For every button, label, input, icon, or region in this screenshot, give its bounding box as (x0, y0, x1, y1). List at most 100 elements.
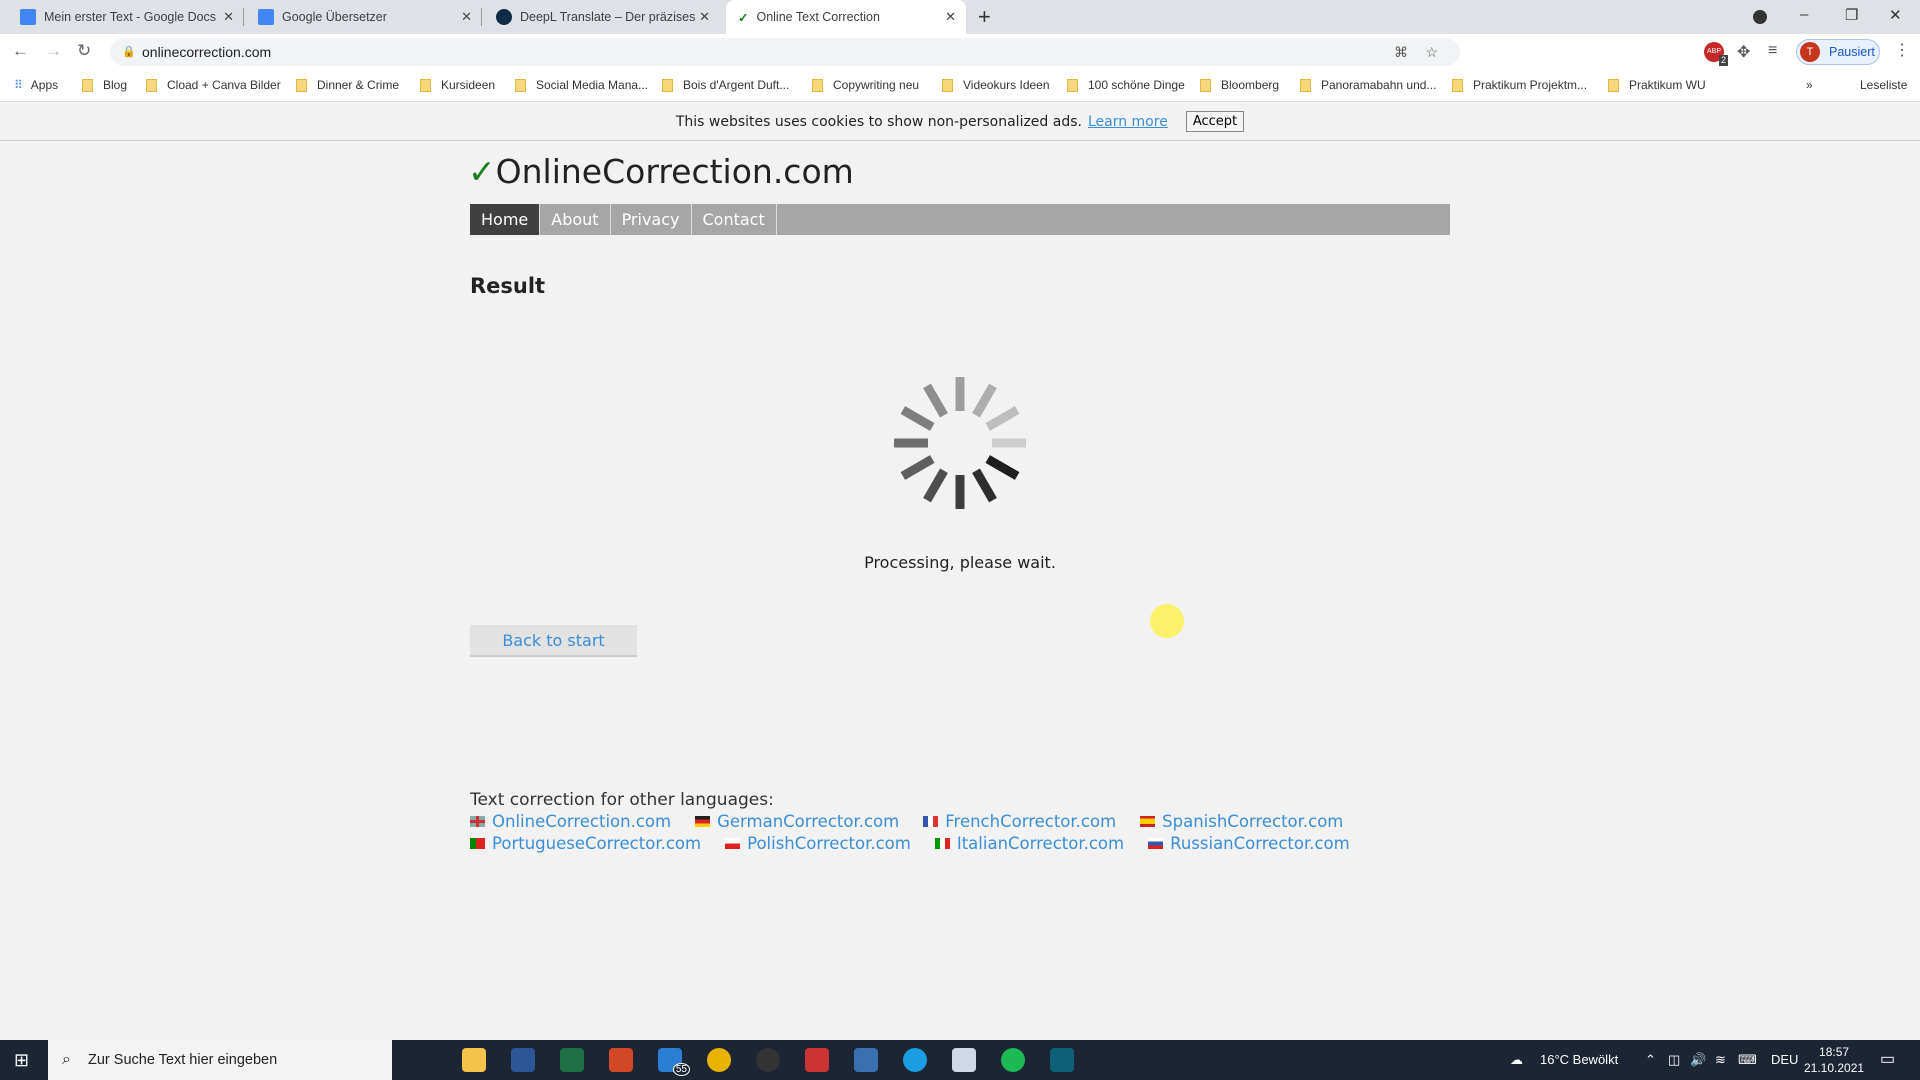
adblock-icon[interactable]: ABP 2 (1704, 42, 1728, 66)
bookmark-item[interactable]: Kursideen (420, 78, 495, 92)
tab-google-translate[interactable]: Google Übersetzer ✕ (246, 0, 482, 34)
bookmark-star-icon[interactable]: ☆ (1425, 38, 1438, 66)
bookmark-item[interactable]: Videokurs Ideen (942, 78, 1050, 92)
language-indicator[interactable]: DEU (1771, 1040, 1798, 1080)
camera-icon[interactable]: ◫ (1668, 1040, 1680, 1080)
language-link[interactable]: SpanishCorrector.com (1162, 812, 1343, 831)
site-logo[interactable]: ✓OnlineCorrection.com (468, 152, 854, 191)
tab-google-docs[interactable]: Mein erster Text - Google Docs ✕ (8, 0, 244, 34)
bookmark-item[interactable]: Social Media Mana... (515, 78, 648, 92)
weather-icon[interactable]: ☁ (1510, 1040, 1523, 1080)
spotify-icon[interactable] (1001, 1048, 1025, 1072)
language-link[interactable]: RussianCorrector.com (1170, 834, 1350, 853)
tab-deepl[interactable]: DeepL Translate – Der präziseste ✕ (484, 0, 720, 34)
wifi-icon[interactable]: ≋ (1715, 1040, 1726, 1080)
folder-icon (296, 78, 307, 92)
taskbar-search-input[interactable]: ⌕ Zur Suche Text hier eingeben (48, 1040, 392, 1080)
folder-icon (1300, 78, 1311, 92)
excel-icon[interactable] (560, 1048, 584, 1072)
bookmark-item[interactable]: Dinner & Crime (296, 78, 399, 92)
restore-button[interactable]: ❐ (1845, 6, 1858, 24)
app-icon[interactable] (854, 1048, 878, 1072)
learn-more-link[interactable]: Learn more (1088, 114, 1168, 130)
address-bar[interactable]: 🔒 onlinecorrection.com ⌘ ☆ (110, 38, 1460, 66)
forward-icon[interactable]: → (45, 41, 62, 61)
accept-button[interactable]: Accept (1185, 111, 1245, 132)
clock[interactable]: 18:57 21.10.2021 (1804, 1040, 1864, 1080)
folder-icon (812, 78, 823, 92)
nav-home[interactable]: Home (470, 204, 541, 235)
edge-icon[interactable] (903, 1048, 927, 1072)
weather-text[interactable]: 16°C Bewölkt (1540, 1040, 1618, 1080)
tab-search-icon[interactable] (1753, 10, 1767, 24)
keyboard-icon[interactable]: ⌨ (1738, 1040, 1757, 1080)
profile-button[interactable]: T Pausiert (1796, 39, 1880, 65)
chrome-icon[interactable] (707, 1048, 731, 1072)
folder-icon (82, 78, 93, 92)
bookmark-item[interactable]: Bois d'Argent Duft... (662, 78, 789, 92)
back-icon[interactable]: ← (12, 41, 29, 61)
spinner-bar (923, 383, 948, 418)
new-tab-button[interactable]: + (978, 4, 991, 30)
language-link[interactable]: ItalianCorrector.com (957, 834, 1124, 853)
close-window-button[interactable]: ✕ (1889, 6, 1902, 24)
translate-page-icon[interactable]: ⌘ (1394, 38, 1408, 66)
close-tab-icon[interactable]: ✕ (945, 9, 956, 25)
reading-list-button[interactable]: Leseliste (1860, 78, 1907, 92)
bookmark-item[interactable]: Copywriting neu (812, 78, 919, 92)
task-view-icon[interactable] (413, 1048, 437, 1072)
bookmark-item[interactable]: Praktikum WU (1608, 78, 1706, 92)
processing-message: Processing, please wait. (864, 553, 1056, 572)
language-link[interactable]: GermanCorrector.com (717, 812, 899, 831)
tray-chevron-icon[interactable]: ⌃ (1645, 1040, 1656, 1080)
extensions-icon[interactable]: ✥ (1737, 42, 1750, 62)
bookmark-item[interactable]: 100 schöne Dinge (1067, 78, 1185, 92)
windows-start-icon[interactable]: ⊞ (14, 1050, 29, 1071)
avatar: T (1800, 42, 1820, 62)
minimize-button[interactable]: – (1800, 6, 1808, 23)
bookmark-item[interactable]: ⠿ Apps (14, 78, 58, 92)
bookmark-item[interactable]: Cload + Canva Bilder (146, 78, 281, 92)
spinner-bar (900, 455, 935, 480)
windows-taskbar: ⊞ ⌕ Zur Suche Text hier eingeben 55 ☁ 16°… (0, 1040, 1920, 1080)
notifications-icon[interactable]: ▭ (1880, 1040, 1895, 1080)
reload-icon[interactable]: ↻ (77, 41, 91, 61)
tab-online-text-correction[interactable]: ✓ Online Text Correction ✕ (726, 0, 966, 34)
bookmark-item[interactable]: Blog (82, 78, 127, 92)
flag-es-icon (1140, 816, 1156, 827)
close-tab-icon[interactable]: ✕ (695, 9, 710, 25)
mail-icon[interactable]: 55 (658, 1048, 690, 1076)
spinner-bar (985, 455, 1020, 480)
back-to-start-button[interactable]: Back to start (470, 625, 637, 657)
page-title: Result (470, 274, 546, 298)
media-control-icon[interactable]: ≡ (1768, 42, 1777, 60)
nav-privacy[interactable]: Privacy (611, 204, 692, 235)
folder-icon (1452, 78, 1463, 92)
chrome-menu-icon[interactable]: ⋮ (1894, 40, 1910, 60)
nav-contact[interactable]: Contact (692, 204, 777, 235)
google-translate-icon (258, 9, 274, 25)
language-link[interactable]: FrenchCorrector.com (945, 812, 1116, 831)
close-tab-icon[interactable]: ✕ (223, 9, 234, 25)
bookmark-item[interactable]: Bloomberg (1200, 78, 1279, 92)
footer-title: Text correction for other languages: (470, 790, 774, 810)
app-icon[interactable] (1050, 1048, 1074, 1072)
language-link[interactable]: OnlineCorrection.com (492, 812, 671, 831)
language-link[interactable]: PolishCorrector.com (747, 834, 911, 853)
obs-icon[interactable] (756, 1048, 780, 1072)
more-bookmarks-button[interactable]: » (1806, 78, 1813, 92)
flag-de-icon (695, 816, 711, 827)
language-links-row: PortugueseCorrector.com PolishCorrector.c… (470, 834, 1374, 853)
language-link[interactable]: PortugueseCorrector.com (492, 834, 701, 853)
bookmark-item[interactable]: Panoramabahn und... (1300, 78, 1436, 92)
app-icon[interactable] (805, 1048, 829, 1072)
nav-about[interactable]: About (540, 204, 611, 235)
close-tab-icon[interactable]: ✕ (461, 9, 472, 25)
app-icon[interactable] (952, 1048, 976, 1072)
bookmark-item[interactable]: Praktikum Projektm... (1452, 78, 1587, 92)
volume-icon[interactable]: 🔊 (1690, 1040, 1706, 1080)
word-icon[interactable] (511, 1048, 535, 1072)
file-explorer-icon[interactable] (462, 1048, 486, 1072)
spinner-bar (972, 383, 997, 418)
powerpoint-icon[interactable] (609, 1048, 633, 1072)
